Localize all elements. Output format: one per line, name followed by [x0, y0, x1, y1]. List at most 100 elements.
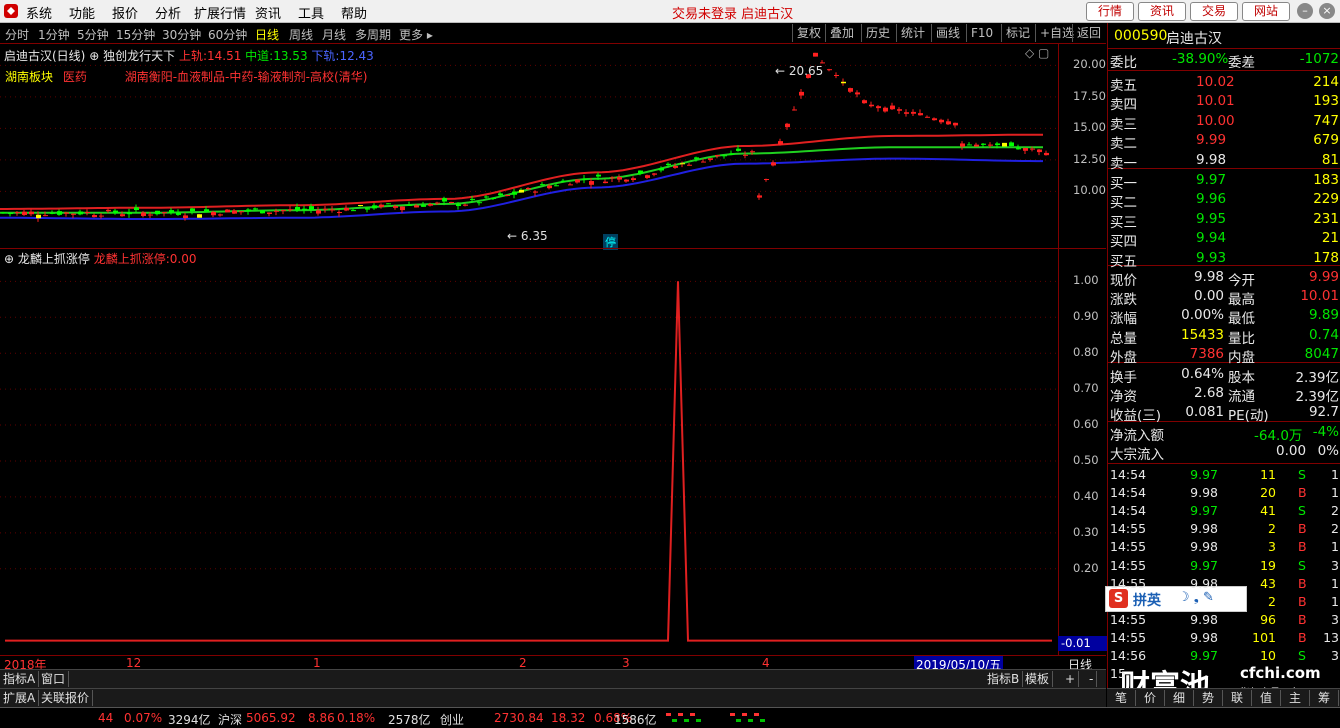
candle-body — [904, 112, 909, 114]
bids-row[interactable]: 买五 9.93 178 — [1108, 249, 1340, 270]
candle-body — [610, 177, 615, 179]
stat-l2: 内盘 — [1228, 349, 1255, 366]
tool-draw[interactable]: 画线 — [931, 24, 964, 42]
website-button[interactable]: 网站 — [1242, 2, 1290, 21]
tool-back[interactable]: 返回 — [1072, 24, 1105, 42]
stat-v1: 9.98 — [1193, 269, 1224, 285]
kline-chart[interactable] — [0, 44, 1106, 248]
asks-row[interactable]: 卖三 10.00 747 — [1108, 112, 1340, 133]
period-multi[interactable]: 多周期 — [355, 26, 391, 43]
tick-bs: S — [1298, 648, 1306, 663]
candle-body — [757, 195, 762, 198]
close-icon[interactable]: × — [1319, 3, 1335, 19]
bids-price: 9.96 — [1196, 191, 1227, 208]
period-5min[interactable]: 5分钟 — [77, 26, 109, 43]
candle-body — [1, 212, 6, 214]
detail-tab[interactable]: 联 — [1223, 690, 1252, 706]
detail-tab[interactable]: 势 — [1194, 690, 1223, 706]
candle-body — [841, 81, 846, 84]
menu-ext-quote[interactable]: 扩展行情 — [194, 3, 246, 22]
remove-panel-button[interactable]: - — [1086, 671, 1098, 687]
tool-adjust[interactable]: 复权 — [792, 24, 825, 42]
detail-tab[interactable]: 主 — [1281, 690, 1310, 706]
tab-indicator-a[interactable]: 指标A — [0, 671, 40, 687]
trade-button[interactable]: 交易 — [1190, 2, 1238, 21]
asks-price: 10.01 — [1196, 93, 1235, 110]
quote-button[interactable]: 行情 — [1086, 2, 1134, 21]
menu-analysis[interactable]: 分析 — [155, 3, 181, 22]
tab-related-quote[interactable]: 关联报价 — [38, 690, 94, 706]
tab-window[interactable]: 窗口 — [38, 671, 70, 687]
tick-row: 14:55 9.98 3 B 1 — [1108, 538, 1340, 556]
period-15min[interactable]: 15分钟 — [116, 26, 155, 43]
tick-row: 2 B 1 — [1108, 593, 1340, 611]
news-button[interactable]: 资讯 — [1138, 2, 1186, 21]
asks-row[interactable]: 卖四 10.01 193 — [1108, 92, 1340, 113]
y-tick-label: 1.00 — [1073, 273, 1099, 288]
period-30min[interactable]: 30分钟 — [162, 26, 201, 43]
bids-row[interactable]: 买四 9.94 21 — [1108, 229, 1340, 250]
period-tick[interactable]: 分时 — [5, 26, 29, 43]
detail-tab[interactable]: 细 — [1165, 690, 1194, 706]
minimize-icon[interactable]: – — [1297, 3, 1313, 19]
detail-tab[interactable]: 笔 — [1107, 690, 1136, 706]
bids-row[interactable]: 买二 9.96 229 — [1108, 190, 1340, 211]
period-weekly[interactable]: 周线 — [289, 26, 313, 43]
tool-overlay[interactable]: 叠加 — [825, 24, 858, 42]
period-more[interactable]: 更多 ▸ — [399, 26, 433, 43]
period-daily[interactable]: 日线 — [255, 26, 279, 43]
tool-stats[interactable]: 统计 — [896, 24, 929, 42]
tick-n: 2 — [1331, 503, 1339, 519]
stat-l2: 最高 — [1228, 292, 1255, 309]
status-item: 2730.84 — [494, 711, 544, 725]
tab-template[interactable]: 模板 — [1022, 671, 1054, 687]
candle-body — [22, 211, 27, 215]
y-tick-label: 0.60 — [1073, 417, 1099, 432]
tab-ext-a[interactable]: 扩展A — [0, 690, 40, 706]
menu-tools[interactable]: 工具 — [298, 3, 324, 22]
bids-row[interactable]: 买一 9.97 183 — [1108, 171, 1340, 192]
main-chart-panel[interactable]: 启迪古汉(日线) ⊕ 独创龙行天下 上轨:14.51 中道:13.53 下轨:1… — [0, 44, 1106, 250]
candle-body — [365, 208, 370, 210]
tick-v: 20 — [1260, 485, 1276, 501]
add-panel-button[interactable]: + — [1062, 671, 1080, 687]
detail-tab[interactable]: 筹 — [1310, 690, 1339, 706]
menu-system[interactable]: 系统 — [26, 3, 52, 22]
period-1min[interactable]: 1分钟 — [38, 26, 70, 43]
candle-body — [407, 204, 412, 206]
menu-help[interactable]: 帮助 — [341, 3, 367, 22]
period-60min[interactable]: 60分钟 — [208, 26, 247, 43]
menu-function[interactable]: 功能 — [69, 3, 95, 22]
candle-body — [876, 106, 881, 109]
candle-body — [792, 109, 797, 111]
tool-mark[interactable]: 标记 — [1001, 24, 1034, 42]
candle-body — [190, 208, 195, 212]
tick-v: 101 — [1252, 629, 1276, 645]
tool-history[interactable]: 历史 — [861, 24, 894, 42]
candle-body — [1044, 152, 1049, 156]
candle-body — [638, 170, 643, 174]
candle-body — [197, 214, 202, 218]
candle-body — [666, 163, 671, 166]
asks-row[interactable]: 卖二 9.99 679 — [1108, 131, 1340, 152]
sub-chart-panel[interactable]: ⊕ 龙麟上抓涨停 龙麟上抓涨停:0.00 1.00 0.90 0.80 0.70 0.6… — [0, 249, 1109, 655]
menu-news[interactable]: 资讯 — [255, 3, 281, 22]
tab-indicator-b[interactable]: 指标B — [984, 671, 1024, 687]
sub-indicator-chart[interactable] — [0, 249, 1106, 655]
candle-body — [1037, 149, 1042, 153]
candle-body — [372, 205, 377, 209]
bids-price: 9.97 — [1196, 172, 1227, 188]
asks-row[interactable]: 卖五 10.02 214 — [1108, 73, 1340, 94]
stat-row: 总量 15433 量比 0.74 — [1108, 326, 1340, 347]
tool-f10[interactable]: F10 — [966, 24, 997, 42]
asks-row[interactable]: 卖一 9.98 81 — [1108, 151, 1340, 172]
stat-v2: 0.74 — [1308, 326, 1339, 343]
detail-tab[interactable]: 值 — [1252, 690, 1281, 706]
candle-body — [624, 179, 629, 182]
detail-tab[interactable]: 价 — [1136, 690, 1165, 706]
status-item: 44 — [98, 711, 114, 725]
menu-quote[interactable]: 报价 — [112, 3, 138, 22]
candle-body — [939, 119, 944, 123]
period-monthly[interactable]: 月线 — [322, 26, 346, 43]
bids-row[interactable]: 买三 9.95 231 — [1108, 210, 1340, 231]
